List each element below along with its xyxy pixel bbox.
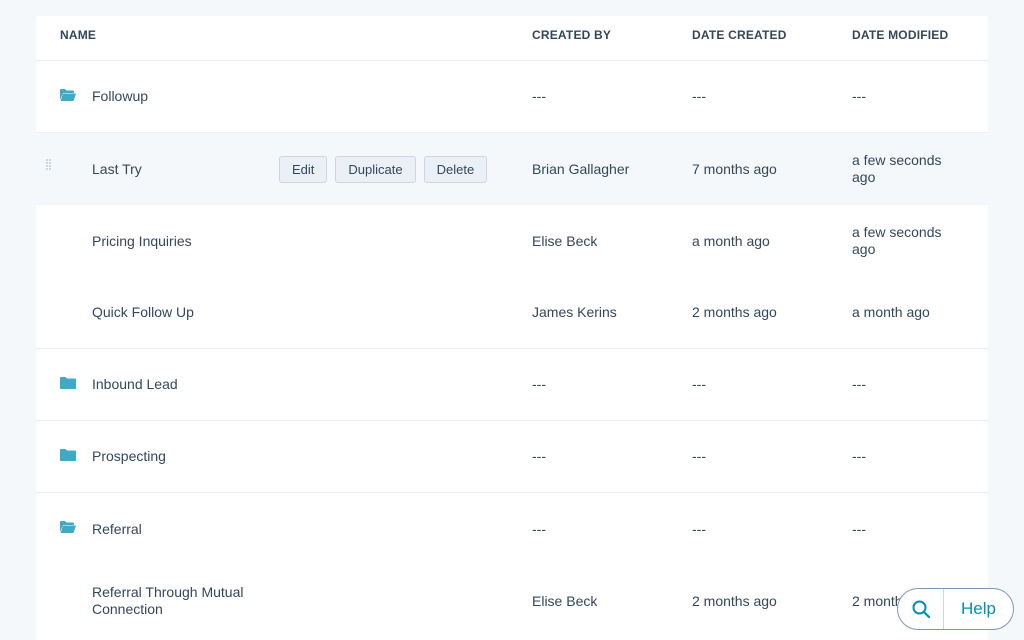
row-date-modified: a few seconds ago bbox=[852, 152, 942, 185]
row-created-by: Elise Beck bbox=[532, 592, 598, 609]
row-name[interactable]: Quick Follow Up bbox=[92, 277, 262, 348]
row-name[interactable]: Referral bbox=[92, 493, 262, 565]
row-created-by: --- bbox=[532, 376, 546, 392]
folder-row-referral[interactable]: Referral --- --- --- bbox=[36, 493, 988, 565]
help-search-button[interactable] bbox=[898, 589, 944, 629]
duplicate-button[interactable]: Duplicate bbox=[335, 156, 416, 183]
folder-icon bbox=[60, 449, 76, 461]
templates-table: NAME CREATED BY DATE CREATED DATE MODIFI… bbox=[36, 16, 988, 640]
folder-row-prospecting[interactable]: Prospecting --- --- --- bbox=[36, 421, 988, 493]
folder-row-inbound-lead[interactable]: Inbound Lead --- --- --- bbox=[36, 349, 988, 421]
header-date-modified[interactable]: DATE MODIFIED bbox=[852, 28, 948, 42]
template-row-referral-through-mutual-connection[interactable]: Referral Through Mutual Connection Elise… bbox=[36, 565, 988, 637]
row-date-created: --- bbox=[692, 88, 706, 104]
row-date-created: a month ago bbox=[692, 232, 770, 249]
delete-button[interactable]: Delete bbox=[423, 156, 488, 183]
search-icon bbox=[912, 600, 930, 619]
row-date-created: --- bbox=[692, 376, 706, 392]
row-name[interactable]: Followup bbox=[92, 61, 262, 132]
row-created-by: Brian Gallagher bbox=[532, 160, 630, 177]
row-name[interactable]: Inbound Lead bbox=[92, 349, 262, 420]
header-date-created[interactable]: DATE CREATED bbox=[692, 28, 787, 42]
edit-button[interactable]: Edit bbox=[279, 156, 328, 183]
template-row-last-try[interactable]: Last Try Edit Duplicate Delete Brian Gal… bbox=[36, 133, 988, 205]
row-date-modified: --- bbox=[852, 88, 866, 104]
row-date-modified: --- bbox=[852, 448, 866, 464]
header-name[interactable]: NAME bbox=[60, 28, 96, 42]
folder-open-icon bbox=[60, 89, 76, 101]
help-widget[interactable]: Help bbox=[897, 588, 1014, 630]
row-name[interactable]: Prospecting bbox=[92, 421, 262, 492]
template-row-quick-follow-up[interactable]: Quick Follow Up James Kerins 2 months ag… bbox=[36, 277, 988, 349]
row-created-by: Elise Beck bbox=[532, 232, 598, 249]
row-date-modified: --- bbox=[852, 376, 866, 392]
folder-icon bbox=[60, 377, 76, 389]
drag-handle-icon[interactable] bbox=[46, 159, 51, 179]
row-date-created: 2 months ago bbox=[692, 304, 777, 320]
row-date-created: --- bbox=[692, 448, 706, 464]
row-name[interactable]: Last Try bbox=[92, 133, 262, 205]
header-created-by[interactable]: CREATED BY bbox=[532, 28, 611, 42]
row-name[interactable]: Pricing Inquiries bbox=[92, 205, 262, 277]
row-date-modified: a month ago bbox=[852, 304, 930, 320]
template-row-pricing-inquiries[interactable]: Pricing Inquiries Elise Beck a month ago… bbox=[36, 205, 988, 277]
row-created-by: --- bbox=[532, 520, 546, 537]
row-date-created: 2 months ago bbox=[692, 592, 777, 609]
row-name[interactable]: Referral Through Mutual Connection bbox=[92, 565, 262, 637]
row-created-by: James Kerins bbox=[532, 304, 617, 320]
row-date-created: --- bbox=[692, 520, 706, 537]
table-header: NAME CREATED BY DATE CREATED DATE MODIFI… bbox=[36, 16, 988, 61]
help-label[interactable]: Help bbox=[944, 599, 1013, 619]
row-actions: Edit Duplicate Delete bbox=[279, 156, 488, 183]
folder-open-icon bbox=[60, 521, 76, 533]
row-created-by: --- bbox=[532, 88, 546, 104]
row-date-created: 7 months ago bbox=[692, 160, 777, 177]
row-date-modified: --- bbox=[852, 520, 866, 537]
row-created-by: --- bbox=[532, 448, 546, 464]
row-date-modified: a few seconds ago bbox=[852, 224, 942, 257]
folder-row-followup[interactable]: Followup --- --- --- bbox=[36, 61, 988, 133]
